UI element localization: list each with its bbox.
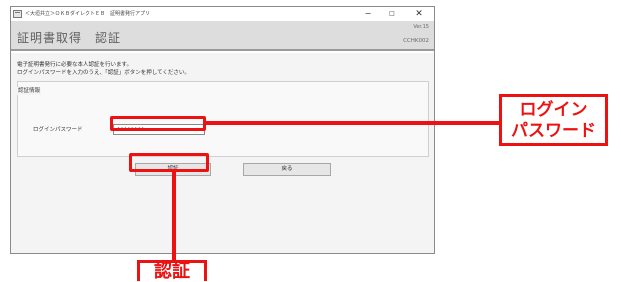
maximize-button[interactable]: □ [381,7,403,21]
page-title: 証明書取得 認証 [17,31,122,45]
main-content: 電子証明書発行に必要な本人認証を行います。 ログインパスワードを入力のうえ、「認… [11,53,434,253]
auth-callout-connector [172,172,176,262]
minimize-button[interactable]: − [357,7,379,21]
auth-info-section-label: 認証情報 [17,87,42,95]
login-password-label: ログインパスワード [33,127,83,133]
instruction-text: ログインパスワードを入力のうえ、「認証」ボタンを押してください。 [17,70,190,76]
version-label: Ver.15 [413,24,429,30]
close-button[interactable]: ✕ [408,7,430,21]
page-header: 証明書取得 認証 Ver.15 CCHK002 [11,21,434,51]
callout-line: パスワード [511,121,596,141]
auth-callout: 認証 [137,260,207,281]
app-window: ＜大垣共立＞ＯＫＢダイレクトＥＢ 証明書発行アプリ − □ ✕ 証明書取得 認証… [10,6,435,254]
window-title: ＜大垣共立＞ＯＫＢダイレクトＥＢ 証明書発行アプリ [25,11,151,17]
app-window-icon [13,10,22,18]
password-callout-connector [206,121,499,125]
password-highlight-box [110,116,206,131]
back-button[interactable]: 戻る [243,163,331,176]
auth-info-section [17,81,429,157]
login-password-callout: ログイン パスワード [499,94,608,146]
screen-code-label: CCHK002 [403,38,429,44]
title-bar[interactable]: ＜大垣共立＞ＯＫＢダイレクトＥＢ 証明書発行アプリ − □ ✕ [11,7,434,21]
callout-line: ログイン [519,100,588,120]
auth-button-highlight-box [129,153,209,172]
